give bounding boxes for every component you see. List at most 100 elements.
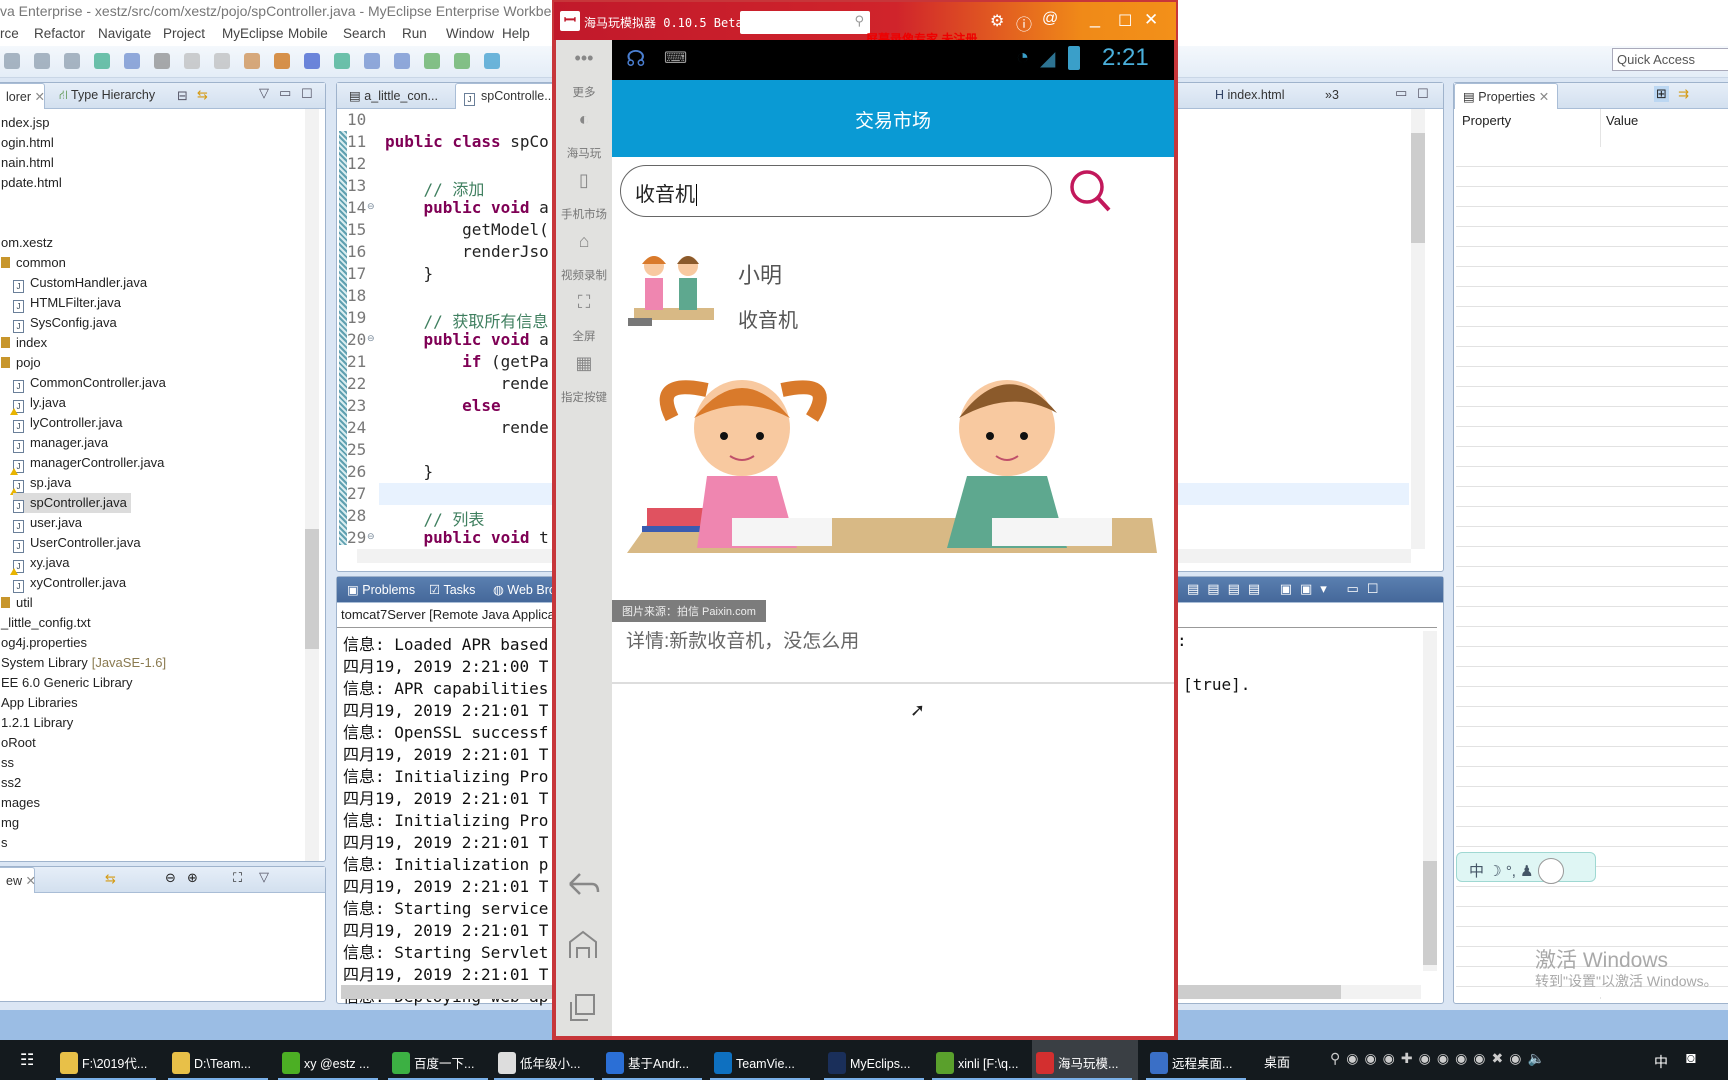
tree-item[interactable]: om.xestz — [1, 233, 53, 253]
back-icon[interactable] — [566, 870, 602, 900]
keymap-icon[interactable]: ▦ — [556, 353, 612, 374]
notification-icon[interactable]: ◙ — [1686, 1050, 1696, 1068]
tree-item[interactable]: mages — [1, 793, 40, 813]
editor-vscrollbar[interactable] — [1411, 109, 1425, 549]
menu-item[interactable]: Navigate — [98, 26, 151, 41]
tree-item[interactable]: nain.html — [1, 153, 54, 173]
tray-ime[interactable]: 中 — [1654, 1052, 1668, 1072]
code-line[interactable]: rende — [385, 374, 549, 393]
settings-icon[interactable]: ⚙ — [990, 11, 1004, 31]
view-menu-icon[interactable]: ▽ — [259, 85, 269, 101]
tree-item[interactable]: JlyController.java — [13, 413, 123, 433]
tree-item[interactable]: JmanagerController.java — [10, 453, 164, 475]
fold-icon[interactable]: ⊖ — [367, 333, 375, 344]
fold-icon[interactable]: ⊖ — [367, 531, 375, 542]
maximize-icon[interactable]: ☐ — [301, 86, 313, 102]
taskbar-item[interactable]: MyEclips... — [824, 1040, 930, 1080]
taskbar-item[interactable]: 远程桌面... — [1146, 1040, 1252, 1080]
menu-item[interactable]: Window — [446, 26, 494, 41]
tab-outline-view[interactable]: ew ✕ — [0, 867, 36, 893]
zoom-out-icon[interactable]: ⊖ — [165, 870, 176, 886]
sidebar-label[interactable]: 更多 — [556, 84, 612, 100]
menu-item[interactable]: Help — [502, 26, 530, 41]
quick-access-input[interactable]: Quick Access — [1612, 48, 1728, 71]
minimize-icon[interactable]: ▭ — [1395, 85, 1407, 101]
search-button[interactable] — [1068, 168, 1112, 214]
tree-item[interactable]: Jmanager.java — [13, 433, 108, 453]
tree-item[interactable]: og4j.properties — [1, 633, 87, 653]
toolbar-button[interactable] — [424, 53, 440, 69]
collapse-all-icon[interactable]: ⊟ — [177, 88, 188, 104]
code-line[interactable]: public void a — [385, 198, 549, 217]
toolbar-button[interactable] — [484, 53, 500, 69]
minimize-button[interactable]: _ — [1090, 8, 1100, 29]
tree-item[interactable]: J HTMLFilter.java — [13, 293, 121, 313]
home-icon[interactable] — [568, 930, 598, 960]
emulator-search-input[interactable]: ⚲ — [740, 11, 870, 34]
tree-item[interactable]: System Library [JavaSE-1.6] — [1, 653, 166, 673]
toolbar-button[interactable] — [124, 53, 140, 69]
close-icon[interactable]: ✕ — [35, 90, 45, 104]
tree-item[interactable]: pojo — [1, 353, 41, 373]
desktop-toolbar[interactable]: 桌面 — [1264, 1052, 1290, 1071]
menu-item[interactable]: Project — [163, 26, 205, 41]
tree-item[interactable]: oRoot — [1, 733, 36, 753]
toolbar-button[interactable] — [154, 53, 170, 69]
menu-item[interactable]: MyEclipse — [222, 26, 284, 41]
tree-item[interactable]: util — [1, 593, 33, 613]
tree-item[interactable]: ndex.jsp — [1, 113, 49, 133]
taskbar-item[interactable]: 基于Andr... — [602, 1040, 708, 1080]
tree-item[interactable]: EE 6.0 Generic Library — [1, 673, 133, 693]
tree-item[interactable]: J UserController.java — [13, 533, 141, 553]
tree-item[interactable]: ss2 — [1, 773, 21, 793]
code-line[interactable]: rende — [385, 418, 549, 437]
tree-item[interactable]: J CustomHandler.java — [13, 273, 147, 293]
code-line[interactable]: if (getPa — [385, 352, 549, 371]
task-view-icon[interactable]: ☷ — [20, 1050, 34, 1070]
taskbar-item[interactable]: xinli [F:\q... — [932, 1040, 1038, 1080]
link-editor-icon[interactable]: ⇆ — [197, 87, 208, 103]
taskbar-item[interactable]: F:\2019代... — [56, 1040, 162, 1080]
taskbar-item[interactable]: 低年级小... — [494, 1040, 600, 1080]
code-line[interactable]: // 获取所有信息 — [385, 308, 549, 332]
toolbar-button[interactable] — [454, 53, 470, 69]
sidebar-label[interactable]: 全屏 — [556, 328, 612, 344]
menu-item[interactable]: Run — [402, 26, 427, 41]
sidebar-label[interactable]: 指定按键 — [556, 389, 612, 405]
toolbar-button[interactable] — [364, 53, 380, 69]
tree-item[interactable]: ogin.html — [1, 133, 54, 153]
code-line[interactable]: // 添加 — [385, 176, 485, 200]
tree-item[interactable]: index — [1, 333, 47, 353]
tab-properties[interactable]: ▤ Properties ✕ — [1454, 83, 1559, 109]
categories-icon[interactable]: ⊞ — [1654, 86, 1669, 102]
taskbar-item[interactable]: 海马玩模... — [1032, 1040, 1138, 1080]
code-line[interactable]: } — [385, 462, 434, 481]
fit-icon[interactable]: ⛶ — [233, 870, 242, 886]
toolbar-button[interactable] — [394, 53, 410, 69]
code-line[interactable]: getModel( — [385, 220, 549, 239]
toolbar-button[interactable] — [334, 53, 350, 69]
tree-item[interactable]: ss — [1, 753, 14, 773]
tree-item[interactable]: JspController.java — [13, 493, 131, 513]
toolbar-button[interactable] — [34, 53, 50, 69]
tree-item[interactable]: s — [1, 833, 8, 853]
fullscreen-icon[interactable]: ⛶ — [556, 292, 612, 313]
code-line[interactable]: public void a — [385, 330, 549, 349]
code-line[interactable]: } — [385, 264, 434, 283]
tree-item[interactable]: Juser.java — [13, 513, 82, 533]
toolbar-button[interactable] — [94, 53, 110, 69]
phone-market-icon[interactable]: ▯ — [556, 170, 612, 191]
at-icon[interactable]: @ — [1042, 10, 1058, 28]
maximize-icon[interactable]: ☐ — [1417, 86, 1429, 102]
tab-problems[interactable]: ▣ Problems — [339, 577, 423, 603]
tree-item[interactable]: mg — [1, 813, 19, 833]
toolbar-button[interactable] — [274, 53, 290, 69]
taskbar-item[interactable]: D:\Team... — [168, 1040, 274, 1080]
maximize-button[interactable]: ☐ — [1118, 11, 1132, 31]
taskbar-item[interactable]: TeamVie... — [710, 1040, 816, 1080]
tree-item[interactable]: JxyController.java — [13, 573, 126, 593]
code-line[interactable]: // 列表 — [385, 506, 485, 530]
toolbar-button[interactable] — [64, 53, 80, 69]
tree-item[interactable]: App Libraries — [1, 693, 78, 713]
taskbar-item[interactable]: 百度一下... — [388, 1040, 494, 1080]
